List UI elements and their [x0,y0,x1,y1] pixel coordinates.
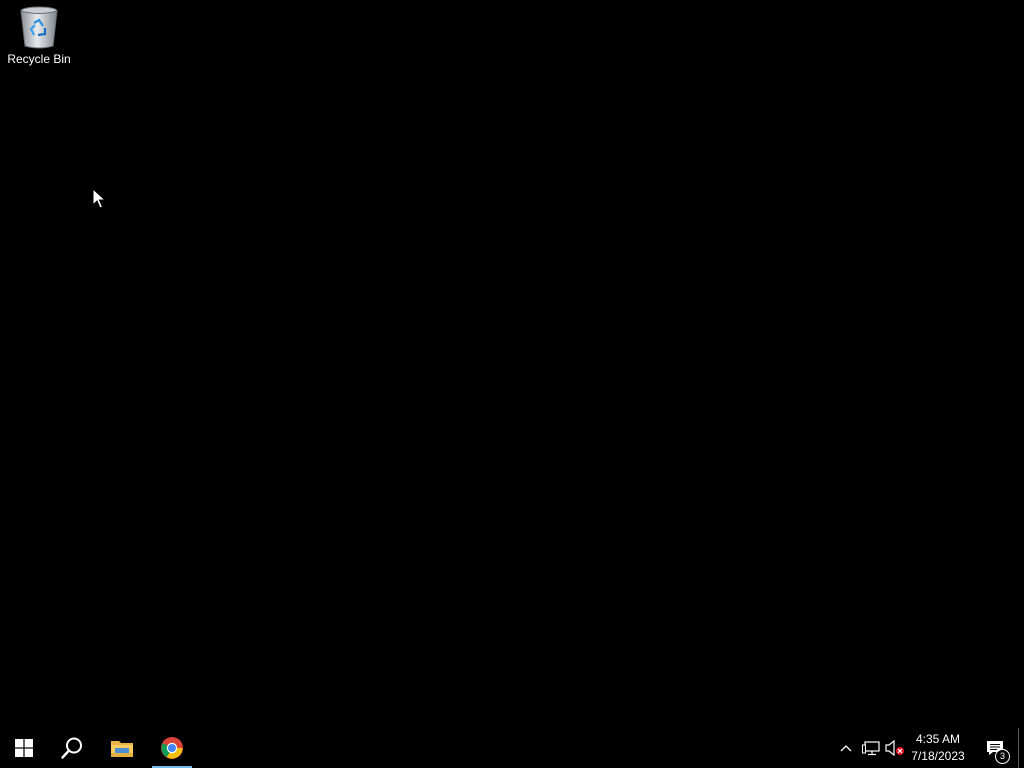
desktop-icon-label: Recycle Bin [7,52,71,66]
windows-logo-icon [15,739,33,757]
clock[interactable]: 4:35 AM 7/18/2023 [904,728,972,768]
network-status-button[interactable] [860,728,882,768]
search-button[interactable] [48,728,96,768]
volume-muted-icon [885,740,904,756]
clock-date: 7/18/2023 [911,749,965,763]
desktop[interactable]: Recycle Bin [0,0,1024,728]
network-icon [862,741,880,756]
file-explorer-button[interactable] [98,728,146,768]
volume-button[interactable] [884,728,906,768]
chrome-icon [161,737,183,759]
start-button[interactable] [0,728,48,768]
desktop-icon-recycle-bin[interactable]: Recycle Bin [2,4,76,76]
show-hidden-icons-button[interactable] [836,728,856,768]
search-icon [61,737,82,759]
recycle-bin-icon [20,6,58,49]
folder-icon [111,741,133,757]
show-desktop-button[interactable] [1018,728,1024,768]
notification-count-badge: 3 [995,749,1010,764]
action-center-button[interactable]: 3 [978,728,1012,768]
taskbar: 4:35 AM 7/18/2023 3 [0,728,1024,768]
chevron-up-icon [840,745,852,752]
clock-time: 4:35 AM [915,732,961,746]
mouse-cursor-icon [92,188,106,209]
chrome-button[interactable] [148,728,196,768]
